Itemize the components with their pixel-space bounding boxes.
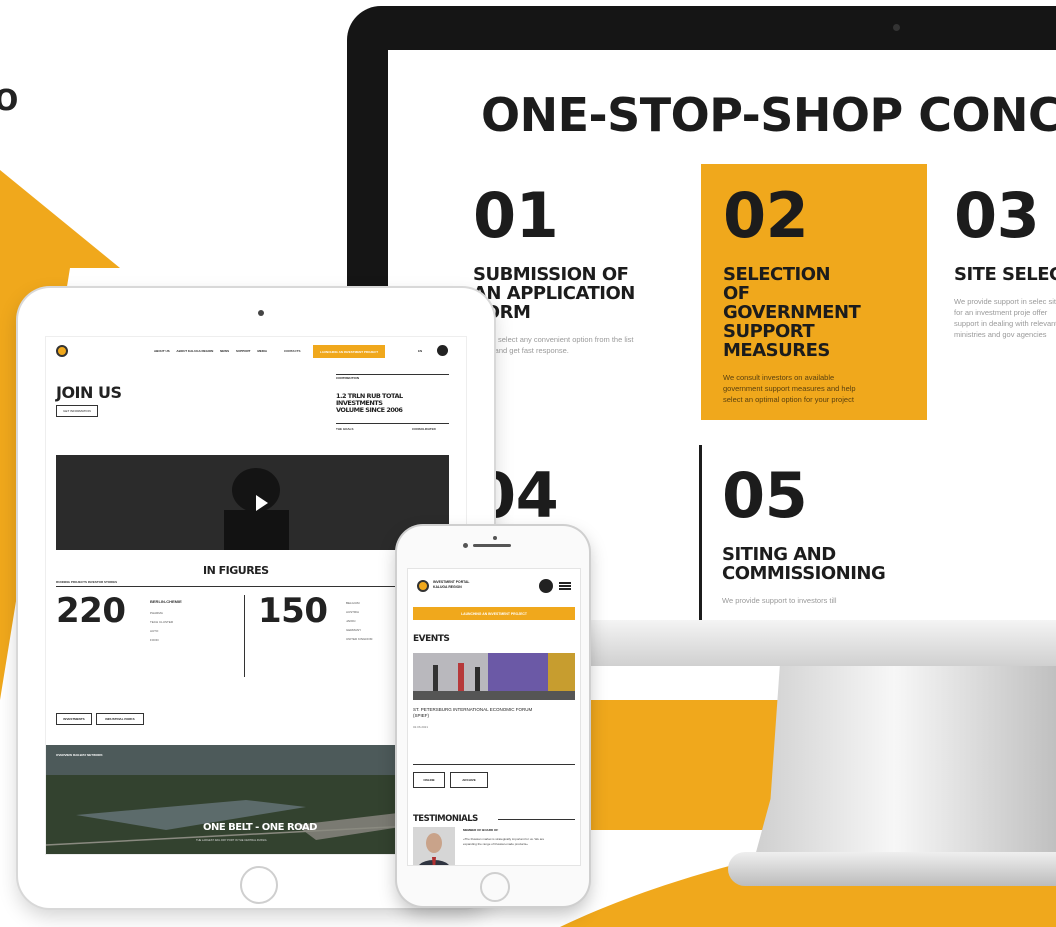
language-switch[interactable]: EN: [418, 349, 422, 353]
testimonial-portrait: [413, 827, 455, 865]
step-03: 03 SITE SELECTI We provide support in se…: [954, 185, 1056, 340]
nav-item[interactable]: ABOUT KALUGA REGION: [176, 349, 213, 353]
step-number: 01: [473, 179, 559, 252]
big-number-left: 220: [56, 591, 126, 631]
yellow-triangle-left: [0, 170, 120, 268]
search-icon[interactable]: [437, 345, 448, 356]
aerial-tabs[interactable]: OVERVIEW RAILWAY NETWORK: [56, 753, 103, 757]
tablet-nav: ABOUT US ABOUT KALUGA REGION NEWS SUPPOR…: [154, 349, 273, 353]
events-heading: EVENTS: [413, 634, 450, 644]
list-item: BELGIUM: [346, 601, 360, 605]
site-logo-icon[interactable]: [56, 345, 68, 357]
search-icon[interactable]: [539, 579, 553, 593]
list-item: AUSTRIA: [346, 610, 360, 614]
monitor-chin: [588, 620, 1056, 666]
list-right: BELGIUM AUSTRIA JAPAN GERMANY UNITED KIN…: [346, 599, 372, 644]
testimonials-divider: [498, 819, 575, 820]
testimonials-heading: TESTIMONIALS: [413, 814, 478, 824]
figures-tabs[interactable]: CONTRIBUTION: [336, 376, 359, 380]
step-description: We provide support in selec site for an …: [954, 297, 1056, 339]
video-player[interactable]: [56, 455, 449, 550]
list-item: TECH CLUSTER: [150, 620, 174, 624]
big-number-right: 150: [258, 591, 328, 631]
step-description: We consult investors on available govern…: [723, 373, 856, 404]
events-divider: [413, 764, 575, 765]
step-number: 03: [954, 179, 1040, 252]
archive-button[interactable]: ARCHIVE: [450, 772, 488, 788]
testimonial-quote: «The Russian market is strategically imp…: [463, 837, 545, 846]
step-01: 01 SUBMISSION OF AN APPLICATION FORM Ple…: [473, 185, 653, 356]
step-number: 05: [722, 459, 808, 532]
figures-sub-left: THE GOALS: [336, 427, 354, 431]
step-description: We provide support to investors till: [722, 596, 837, 605]
list-item: FOOD: [150, 638, 159, 642]
event-title[interactable]: ST. PETERSBURG INTERNATIONAL ECONOMIC FO…: [413, 707, 533, 719]
list-item: AUTO: [150, 629, 159, 633]
step-05: 05 SITING AND COMMISSIONING We provide s…: [722, 465, 922, 606]
figures-vertical-divider: [244, 595, 245, 677]
figures-section-line: [56, 586, 449, 587]
list-item: UNITED KINGDOM: [346, 637, 373, 641]
investment-figure: 1.2 TRLN RUB TOTAL INVESTMENTS VOLUME SI…: [336, 392, 403, 414]
event-photo-scene: [413, 653, 575, 700]
site-logo-icon[interactable]: [417, 580, 429, 592]
monitor-base: [728, 852, 1056, 886]
figures-tabs-left[interactable]: RUNNING PROJECTS INVESTOR STORIES: [56, 580, 117, 584]
step-heading: SITE SELECTI: [954, 264, 1056, 285]
monitor-stand: [755, 666, 1056, 856]
video-silhouette: [56, 455, 449, 550]
event-photo[interactable]: [413, 653, 575, 700]
in-figures-heading: IN FIGURES: [203, 564, 269, 577]
join-heading: JOIN US: [56, 383, 122, 402]
phone-camera: [493, 536, 497, 540]
figures-mid-line: [336, 423, 449, 424]
list-item: JAPAN: [346, 619, 356, 623]
nav-item[interactable]: NEWS: [220, 349, 229, 353]
step-number: 02: [723, 179, 809, 252]
launch-project-button[interactable]: LAUNCHING AN INVESTMENT PROJECT: [413, 607, 575, 620]
step-heading: SUBMISSION OF AN APPLICATION FORM: [473, 264, 635, 323]
step-02: 02 SELECTION OF GOVERNMENT SUPPORT MEASU…: [701, 164, 927, 420]
phone-sensor: [463, 543, 468, 548]
belt-subtitle: THE LARGEST RAIL DRY PORT IN THE CENTRAL…: [196, 839, 267, 842]
play-icon[interactable]: [256, 495, 268, 511]
step-heading: SITING AND COMMISSIONING: [722, 544, 886, 584]
company-name: BERLIN-CHEMIE: [150, 599, 182, 604]
phone-screen: INVESTMENT PORTAL KALUGA REGION LAUNCHIN…: [407, 568, 581, 866]
phone-home-button[interactable]: [480, 872, 510, 902]
step-number: 04: [473, 459, 559, 532]
nav-item[interactable]: MEDIA: [257, 349, 267, 353]
step-04: 04: [473, 465, 653, 527]
testimonial-person: MEMBER OF BOARD OF: [463, 828, 499, 832]
nav-contacts[interactable]: CONTACTS: [284, 349, 300, 353]
industrial-parks-button[interactable]: INDUSTRIAL PARKS: [96, 713, 144, 725]
belt-title: ONE BELT - ONE ROAD: [203, 822, 317, 833]
investments-button[interactable]: INVESTMENTS: [56, 713, 92, 725]
hamburger-menu-icon[interactable]: [559, 582, 571, 590]
monitor-camera: [893, 24, 900, 31]
tablet-camera: [258, 310, 264, 316]
step-description: Please select any convenient option from…: [473, 335, 634, 355]
nav-item[interactable]: SUPPORT: [236, 349, 251, 353]
brand-name: INVESTMENT PORTAL KALUGA REGION: [433, 580, 470, 589]
list-item: PHARMA: [150, 611, 163, 615]
edge-glyph: o: [0, 75, 19, 119]
event-date: 02.06.2021: [413, 725, 429, 729]
tablet-home-button[interactable]: [240, 866, 278, 904]
list-item: GERMANY: [346, 628, 362, 632]
figures-top-line: [336, 374, 449, 375]
testimonial-avatar: [413, 827, 455, 865]
step-divider: [699, 445, 702, 620]
step-heading: SELECTION OF GOVERNMENT SUPPORT MEASURES: [723, 264, 861, 361]
online-button[interactable]: ONLINE: [413, 772, 445, 788]
page-title: ONE-STOP-SHOP CONCEPT: [481, 88, 1056, 142]
nav-item[interactable]: ABOUT US: [154, 349, 170, 353]
figures-sub-right: CONSOLIDATED: [412, 427, 436, 431]
phone-device: INVESTMENT PORTAL KALUGA REGION LAUNCHIN…: [397, 526, 589, 906]
list-left: PHARMA TECH CLUSTER AUTO FOOD: [150, 609, 173, 645]
get-information-button[interactable]: GET INFORMATION: [56, 405, 98, 417]
launch-project-button[interactable]: LAUNCHING AN INVESTMENT PROJECT: [313, 345, 385, 358]
phone-speaker: [473, 544, 511, 547]
